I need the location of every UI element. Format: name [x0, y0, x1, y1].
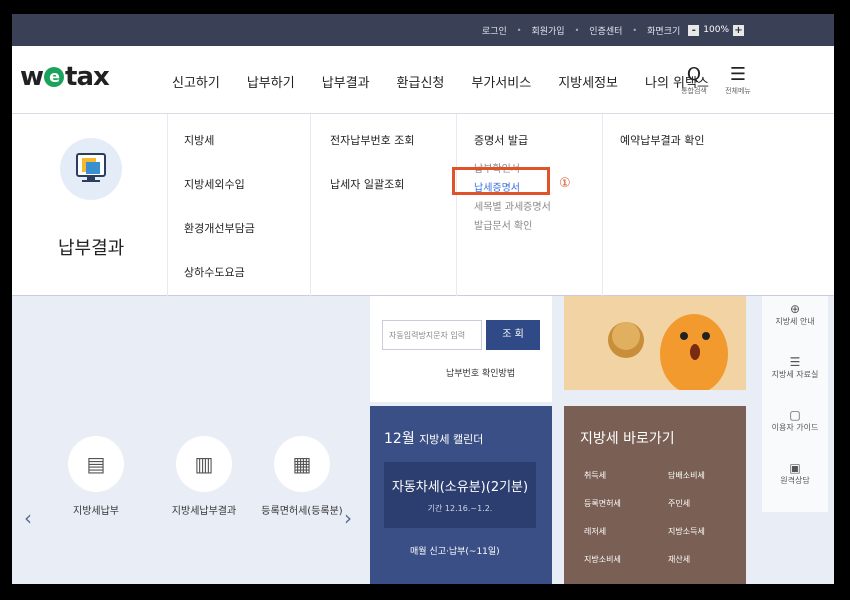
menu-taxpayer-batch[interactable]: 납세자 일괄조회	[330, 176, 414, 192]
nav-refund[interactable]: 환급신청	[397, 72, 445, 91]
nav-extra-services[interactable]: 부가서비스	[471, 72, 531, 91]
nav-payment-result[interactable]: 납부결과	[322, 72, 370, 91]
info-icon: ⊕	[789, 302, 801, 316]
service-local-tax-payment[interactable]: ▤ 지방세납부	[56, 436, 136, 517]
shortcut-license-tax[interactable]: 등록면허세	[584, 498, 621, 509]
menu-local-tax[interactable]: 지방세	[184, 132, 255, 148]
calendar-month: 12월	[384, 431, 415, 447]
menu-icon: ☰	[729, 64, 747, 85]
side-local-tax-library[interactable]: ☰ 지방세 자료실	[762, 349, 828, 402]
shortcut-acquisition-tax[interactable]: 취득세	[584, 470, 606, 481]
zoom-value: 100%	[703, 25, 729, 35]
search-icon: Q	[686, 64, 702, 85]
wetax-logo[interactable]: w e tax	[20, 62, 110, 92]
cert-center-link[interactable]: 인증센터	[589, 24, 622, 37]
tax-calendar: 12월 지방세 캘린더 자동차세(소유분)(2기분) 기간 12.16.~1.2…	[370, 406, 552, 584]
join-link[interactable]: 회원가입	[531, 24, 564, 37]
site-header: w e tax 신고하기 납부하기 납부결과 환급신청 부가서비스 지방세정보 나의…	[12, 46, 834, 114]
calendar-main-item[interactable]: 자동차세(소유분)(2기분) 기간 12.16.~1.2.	[384, 462, 536, 528]
side-remote-support[interactable]: ▣ 원격상담	[762, 455, 828, 508]
shortcut-property-tax[interactable]: 재산세	[668, 554, 690, 565]
local-tax-shortcuts: 지방세 바로가기 취득세 담배소비세 등록면허세 주민세 레저세 지방소득세 지…	[564, 406, 746, 584]
menu-tax-item-certificate[interactable]: 세목별 과세증명서	[474, 198, 551, 213]
shortcut-local-income-tax[interactable]: 지방소득세	[668, 526, 705, 537]
shortcut-tobacco-tax[interactable]: 담배소비세	[668, 470, 705, 481]
payment-number-help-link[interactable]: 납부번호 확인방법	[446, 366, 515, 379]
all-menu-button[interactable]: ☰ 전체메뉴	[716, 64, 760, 96]
carousel-prev-button[interactable]: ‹	[24, 506, 32, 530]
main-nav: 신고하기 납부하기 납부결과 환급신청 부가서비스 지방세정보 나의 위택스	[172, 72, 736, 91]
monitor-icon: ▣	[789, 461, 801, 475]
menu-non-tax-revenue[interactable]: 지방세외수입	[184, 176, 255, 192]
service-license-tax[interactable]: ▦ 등록면허세(등록분)	[254, 436, 350, 517]
menu-env-charge[interactable]: 환경개선부담금	[184, 220, 255, 236]
menu-e-payment-number[interactable]: 전자납부번호 조회	[330, 132, 414, 148]
captcha-input[interactable]: 자동입력방지문자 입력	[382, 320, 482, 350]
side-user-guide[interactable]: ▢ 이용자 가이드	[762, 402, 828, 455]
monitor-doc-icon: ▥	[176, 436, 232, 492]
nav-local-tax-info[interactable]: 지방세정보	[558, 72, 618, 91]
menu-document-verify[interactable]: 발급문서 확인	[474, 217, 551, 232]
shortcut-local-consumption-tax[interactable]: 지방소비세	[584, 554, 621, 565]
login-link[interactable]: 로그인	[482, 24, 507, 37]
side-quick-menu: ⊕ 지방세 안내 ☰ 지방세 자료실 ▢ 이용자 가이드 ▣ 원격상담	[762, 296, 828, 512]
nav-pay[interactable]: 납부하기	[247, 72, 295, 91]
nav-file-report[interactable]: 신고하기	[172, 72, 220, 91]
building-icon: ▦	[274, 436, 330, 492]
browser-frame: 로그인 • 회원가입 • 인증센터 • 화면크기 - 100% + w e tax …	[12, 14, 834, 584]
payment-doc-icon: ▤	[68, 436, 124, 492]
chat-icon: ▢	[789, 408, 801, 422]
shortcut-leisure-tax[interactable]: 레저세	[584, 526, 606, 537]
calendar-monthly: 매월 신고·납부(~11일)	[410, 547, 500, 557]
list-icon: ☰	[789, 355, 801, 369]
payment-result-icon	[60, 138, 122, 200]
mega-menu: 납부결과 지방세 지방세외수입 환경개선부담금 상하수도요금 전자납부번호 조회…	[12, 114, 834, 296]
zoom-label: 화면크기	[647, 26, 681, 37]
annotation-number: ①	[559, 176, 571, 191]
zoom-control: - 100% +	[688, 24, 744, 36]
menu-water-bill[interactable]: 상하수도요금	[184, 264, 255, 280]
promo-banner[interactable]	[564, 296, 746, 394]
highlight-box	[452, 167, 550, 195]
search-button[interactable]: Q 통합검색	[672, 64, 716, 96]
side-local-tax-guide[interactable]: ⊕ 지방세 안내	[762, 296, 828, 349]
payment-lookup-card: 자동입력방지문자 입력 조 회 납부번호 확인방법	[370, 296, 552, 402]
lookup-button[interactable]: 조 회	[486, 320, 540, 350]
utility-bar: 로그인 • 회원가입 • 인증센터 • 화면크기 - 100% +	[12, 14, 834, 46]
shortcut-resident-tax[interactable]: 주민세	[668, 498, 690, 509]
service-payment-result[interactable]: ▥ 지방세납부결과	[154, 436, 254, 517]
carousel-next-button[interactable]: ›	[344, 506, 352, 530]
zoom-out-button[interactable]: -	[688, 24, 700, 36]
calendar-title: 지방세 캘린더	[419, 433, 484, 446]
menu-certificate-issue[interactable]: 증명서 발급	[474, 132, 551, 148]
main-content: 자동입력방지문자 입력 조 회 납부번호 확인방법 ⊕ 지방세 안내 ☰ 지방세…	[12, 296, 834, 584]
shortcuts-title: 지방세 바로가기	[580, 431, 675, 447]
mega-menu-title: 납부결과	[58, 238, 125, 259]
zoom-in-button[interactable]: +	[733, 24, 744, 36]
menu-reserved-payment-result[interactable]: 예약납부결과 확인	[620, 132, 704, 148]
